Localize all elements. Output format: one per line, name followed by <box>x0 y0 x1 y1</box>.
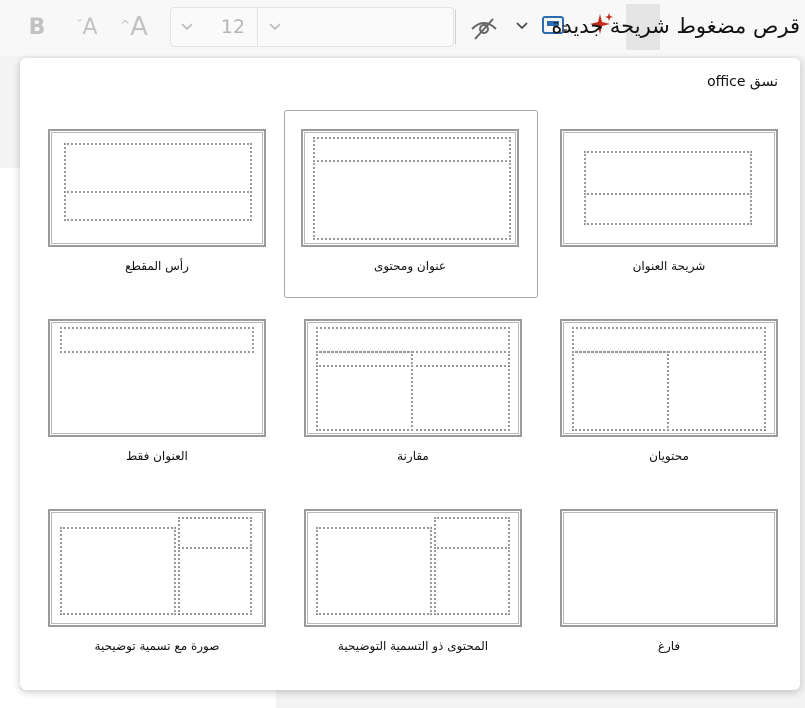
font-name-dropdown-button[interactable] <box>259 8 291 46</box>
grow-arrow-icon: ^ <box>120 18 131 32</box>
title-placeholder <box>64 143 252 193</box>
chevron-down-icon <box>181 23 193 31</box>
layout-blank[interactable]: فارغ <box>554 490 805 676</box>
toolbar-divider <box>455 10 456 44</box>
layout-title-and-content[interactable]: عنوان ومحتوى <box>284 110 538 298</box>
title-placeholder <box>572 327 766 353</box>
title-placeholder <box>60 327 254 353</box>
right-content-placeholder <box>411 365 510 431</box>
title-placeholder <box>316 327 510 353</box>
layout-comparison[interactable]: مقارنة <box>298 300 550 486</box>
layout-label: رأس المقطع <box>125 259 189 273</box>
layout-label: فارغ <box>657 639 681 653</box>
layout-thumbnail <box>48 509 266 627</box>
right-content-placeholder <box>667 351 766 431</box>
layout-title-only[interactable]: العنوان فقط <box>42 300 294 486</box>
left-content-placeholder <box>316 365 413 431</box>
subtitle-placeholder <box>584 193 752 225</box>
layout-label: عنوان ومحتوى <box>373 259 447 273</box>
content-placeholder <box>313 160 511 240</box>
hide-icon[interactable] <box>468 12 500 44</box>
layout-thumbnail <box>560 509 778 627</box>
bold-icon: B <box>28 14 46 40</box>
content-placeholder <box>316 527 432 615</box>
layout-thumbnail <box>301 129 519 247</box>
picture-placeholder <box>60 527 176 615</box>
shrink-font-button[interactable]: ˇA <box>70 8 104 46</box>
left-content-placeholder <box>572 351 669 431</box>
title-placeholder <box>313 137 511 162</box>
text-placeholder <box>64 191 252 221</box>
slide-pane-background <box>0 168 20 708</box>
layout-thumbnail <box>48 319 266 437</box>
bold-button[interactable]: B <box>24 8 50 46</box>
chevron-down-icon <box>269 23 281 31</box>
panel-title: قرص مضغوط شريحة جديدة <box>551 14 800 38</box>
title-placeholder <box>584 151 752 195</box>
layout-title-slide[interactable]: شريحة العنوان <box>554 110 805 296</box>
shrink-arrow-icon: ˇ <box>76 18 83 32</box>
font-size-combobox[interactable]: 12 <box>170 7 454 47</box>
new-slide-layout-gallery: نسق office رأس المقطع عنوان ومحتوى شريحة… <box>20 58 800 690</box>
layout-thumbnail <box>560 129 778 247</box>
ribbon-toolbar: B ˇA ^ A 12 قرص مضغوط شريحة جديدة <box>0 0 805 56</box>
layout-thumbnail <box>304 509 522 627</box>
layout-label: المحتوى ذو التسمية التوضيحية <box>337 639 489 653</box>
caption-title-placeholder <box>434 517 510 549</box>
layout-thumbnail <box>48 129 266 247</box>
layout-label: شريحة العنوان <box>632 259 706 273</box>
layout-thumbnail <box>560 319 778 437</box>
layout-section-header[interactable]: رأس المقطع <box>42 110 294 296</box>
layout-two-content[interactable]: محتويان <box>554 300 805 486</box>
grow-font-button[interactable]: ^ A <box>116 8 152 46</box>
shrink-font-icon: A <box>82 14 98 40</box>
font-size-dropdown-button[interactable] <box>171 8 203 46</box>
layout-picture-with-caption[interactable]: صورة مع تسمية توضيحية <box>42 490 294 676</box>
layout-label: العنوان فقط <box>126 449 188 463</box>
layout-dropdown-button[interactable] <box>512 16 532 36</box>
divider <box>257 8 258 46</box>
caption-text-placeholder <box>434 547 510 615</box>
layout-label: محتويان <box>649 449 689 463</box>
layout-thumbnail <box>304 319 522 437</box>
chevron-down-icon <box>516 22 528 30</box>
layout-label: صورة مع تسمية توضيحية <box>94 639 220 653</box>
caption-text-placeholder <box>178 547 252 615</box>
layout-label: مقارنة <box>397 449 429 463</box>
section-title: نسق office <box>707 74 778 90</box>
layout-content-with-caption[interactable]: المحتوى ذو التسمية التوضيحية <box>298 490 550 676</box>
caption-title-placeholder <box>178 517 252 549</box>
grow-font-icon: A <box>130 12 148 42</box>
slide-pane-footer <box>20 690 276 708</box>
font-size-value[interactable]: 12 <box>209 8 257 46</box>
